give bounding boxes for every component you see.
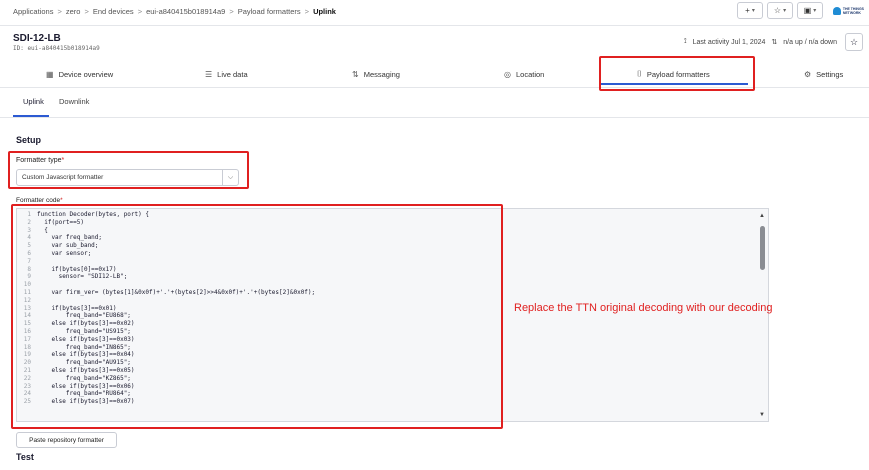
breadcrumb-separator: > <box>229 6 234 16</box>
notifications-button[interactable]: ▣ ▾ <box>797 2 823 19</box>
tab-label: Location <box>515 69 545 79</box>
scroll-down-icon[interactable]: ▼ <box>759 412 765 418</box>
formatter-code-label-text: Formatter code <box>16 197 61 204</box>
tab-label: Messaging <box>363 69 400 79</box>
setup-heading: Setup <box>16 135 42 145</box>
tab-device-overview[interactable]: ▦ Device overview <box>46 62 113 86</box>
breadcrumb-separator: > <box>304 6 310 16</box>
inbox-icon: ▣ <box>803 6 812 15</box>
activity-icon: ⟟ <box>684 38 687 45</box>
favorite-device-button[interactable]: ☆ <box>845 33 863 51</box>
arrows-icon: ⇅ <box>352 69 359 79</box>
breadcrumb: Applications > zero > End devices > eui-… <box>13 7 336 16</box>
tab-label: Device overview <box>58 69 114 79</box>
breadcrumb-separator: > <box>84 6 89 16</box>
tab-label: Live data <box>217 69 248 79</box>
breadcrumb-item-end-devices[interactable]: End devices <box>93 7 134 16</box>
breadcrumb-item-device[interactable]: eui-a840415b018914a9 <box>146 7 225 16</box>
breadcrumb-item-payload-formatters[interactable]: Payload formatters <box>238 7 301 16</box>
grid-icon: ▦ <box>46 69 54 79</box>
tab-live-data[interactable]: ☰ Live data <box>205 62 248 86</box>
paste-repository-formatter-button[interactable]: Paste repository formatter <box>16 432 117 448</box>
star-icon: ☆ <box>849 36 859 47</box>
scrollbar-thumb[interactable] <box>760 226 765 270</box>
last-activity: Last activity Jul 1, 2024 <box>692 38 766 46</box>
device-activity: ⟟ Last activity Jul 1, 2024 ⇅ n/a up / n… <box>684 38 837 46</box>
highlight-box-formatter-type <box>8 151 249 189</box>
chevron-down-icon: ▾ <box>751 8 755 14</box>
top-actions: + ▾ ☆ ▾ ▣ ▾ THE THINGS NETWORK <box>737 2 869 19</box>
required-marker: * <box>60 197 63 204</box>
editor-scrollbar[interactable]: ▲ ▼ <box>756 209 768 421</box>
chevron-down-icon: ▾ <box>783 8 787 14</box>
scroll-up-icon[interactable]: ▲ <box>759 213 765 219</box>
annotation-text: Replace the TTN original decoding with o… <box>514 302 773 314</box>
brand-text: THE THINGS NETWORK <box>842 6 865 15</box>
device-name: SDI-12-LB <box>13 33 61 44</box>
brand-logo[interactable]: THE THINGS NETWORK <box>833 2 869 19</box>
list-icon: ☰ <box>205 69 213 79</box>
breadcrumb-item-applications[interactable]: Applications <box>13 7 53 16</box>
cloud-logo-icon <box>833 6 841 15</box>
traffic-icon: ⇅ <box>771 39 778 46</box>
breadcrumb-separator: > <box>137 6 143 16</box>
tab-settings[interactable]: ⚙ Settings <box>804 62 843 86</box>
subtab-downlink[interactable]: Downlink <box>59 97 89 106</box>
bookmarks-button[interactable]: ☆ ▾ <box>767 2 793 19</box>
divider <box>0 25 869 26</box>
chevron-down-icon: ▾ <box>813 8 817 14</box>
subtab-uplink[interactable]: Uplink <box>23 97 44 106</box>
tab-messaging[interactable]: ⇅ Messaging <box>352 62 400 86</box>
divider <box>0 117 869 118</box>
tab-location[interactable]: ◎ Location <box>504 62 544 86</box>
highlight-box-payload-tab <box>599 56 755 91</box>
formatter-code-label: Formatter code* <box>16 197 63 204</box>
traffic-counter: n/a up / n/a down <box>783 38 837 46</box>
test-heading: Test <box>16 452 34 462</box>
breadcrumb-current: Uplink <box>313 6 336 16</box>
device-id: ID: eui-a840415b018914a9 <box>13 45 100 52</box>
breadcrumb-separator: > <box>57 6 62 16</box>
gear-icon: ⚙ <box>804 69 812 79</box>
star-icon: ☆ <box>773 6 782 15</box>
tab-label: Settings <box>816 69 844 79</box>
plus-icon: + <box>745 6 750 15</box>
add-button[interactable]: + ▾ <box>737 2 763 19</box>
top-bar: Applications > zero > End devices > eui-… <box>0 0 869 22</box>
highlight-box-code <box>11 204 503 429</box>
pin-icon: ◎ <box>504 69 511 79</box>
breadcrumb-item-app[interactable]: zero <box>66 7 81 16</box>
